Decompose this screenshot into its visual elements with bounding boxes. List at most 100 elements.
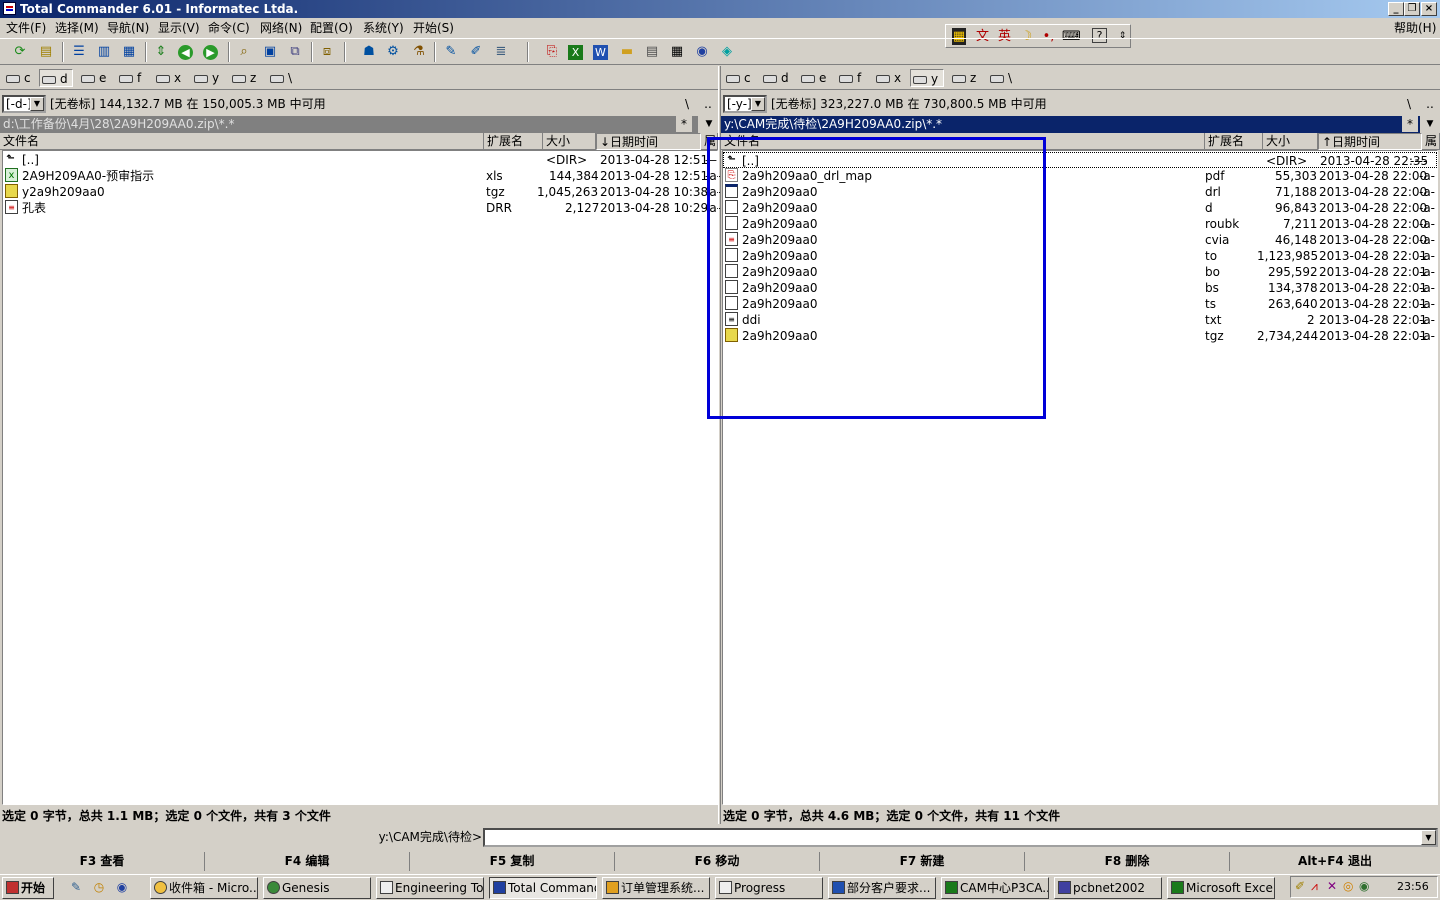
right-header-size[interactable]: 大小 — [1263, 133, 1318, 150]
tray-tool-icon[interactable]: ⩘ — [1311, 879, 1318, 894]
left-drive-f[interactable]: f — [117, 69, 141, 87]
file-row[interactable]: ⬑ [..] <DIR> 2013-04-28 22:35 ---- — [723, 152, 1437, 168]
left-up-button[interactable]: .. — [698, 95, 718, 113]
left-history-button[interactable]: * — [676, 116, 692, 132]
menu-file[interactable]: 文件(F) — [6, 20, 46, 36]
swap-icon[interactable]: ⇕ — [152, 43, 170, 61]
menu-start[interactable]: 开始(S) — [413, 20, 454, 36]
task-total-commander[interactable]: Total Command... — [489, 877, 597, 899]
compare-icon[interactable]: ⧉ — [286, 43, 304, 61]
minimize-button[interactable]: _ — [1388, 2, 1404, 16]
file-row[interactable]: 2a9h209aa0 roubk 7,211 2013-04-28 22:00 … — [723, 216, 1437, 232]
file-row[interactable]: ⬑ [..] <DIR> 2013-04-28 12:51 — — [3, 152, 717, 168]
paint-icon[interactable]: ◈ — [718, 43, 736, 61]
right-drive-d[interactable]: d — [761, 69, 789, 87]
right-header-ext[interactable]: 扩展名 — [1205, 133, 1263, 150]
left-drive-combo[interactable]: [-d-] ▼ — [2, 95, 46, 113]
quicklaunch-clock-icon[interactable]: ◷ — [91, 880, 107, 896]
left-hotlist-icon[interactable]: ▼ — [700, 116, 718, 133]
quicklaunch-desktop-icon[interactable]: ✎ — [68, 880, 84, 896]
back-icon[interactable]: ◀ — [178, 45, 193, 60]
menu-select[interactable]: 选择(M) — [55, 20, 99, 36]
tray-network-icon[interactable]: ◎ — [1343, 879, 1353, 893]
find-icon[interactable]: ⌕ — [235, 43, 253, 61]
f3-view-button[interactable]: F3 查看 — [0, 852, 205, 871]
task-cam-center[interactable]: CAM中心P3CA... — [941, 877, 1049, 899]
right-file-list[interactable]: ⬑ [..] <DIR> 2013-04-28 22:35 ---- ⎘ 2a9… — [722, 150, 1438, 805]
right-path-bar[interactable]: y:\CAM完成\待检\2A9H209AA0.zip\*.* * — [721, 116, 1420, 133]
right-hotlist-icon[interactable]: ▼ — [1421, 116, 1439, 133]
right-drive-network[interactable]: \ — [988, 69, 1012, 87]
left-drive-z[interactable]: z — [230, 69, 256, 87]
left-drive-y[interactable]: y — [192, 69, 219, 87]
left-drive-x[interactable]: x — [154, 69, 181, 87]
tree-view-icon[interactable]: ▦ — [120, 43, 138, 61]
menu-config[interactable]: 配置(O) — [310, 20, 353, 36]
task-pcbnet[interactable]: pcbnet2002 — [1054, 877, 1162, 899]
task-engineering[interactable]: Engineering To... — [376, 877, 484, 899]
left-header-size[interactable]: 大小 — [543, 133, 596, 150]
file-row[interactable]: 2a9h209aa0 to 1,123,985 2013-04-28 22:01… — [723, 248, 1437, 264]
task-genesis[interactable]: Genesis — [263, 877, 371, 899]
archive-icon[interactable]: ▤ — [643, 43, 661, 61]
menu-view[interactable]: 显示(V) — [158, 20, 200, 36]
file-row[interactable]: ⎘ 2a9h209aa0_drl_map pdf 55,303 2013-04-… — [723, 168, 1437, 184]
right-drive-z[interactable]: z — [950, 69, 976, 87]
left-header-attr[interactable]: 属 — [701, 133, 718, 150]
left-drive-c[interactable]: c — [4, 69, 31, 87]
right-drive-f[interactable]: f — [837, 69, 861, 87]
file-row[interactable]: ≡ 2a9h209aa0 cvia 46,148 2013-04-28 22:0… — [723, 232, 1437, 248]
left-drive-network[interactable]: \ — [268, 69, 292, 87]
left-header-date[interactable]: ↓日期时间 — [596, 133, 701, 150]
file-row[interactable]: 2a9h209aa0 d 96,843 2013-04-28 22:00 -a- — [723, 200, 1437, 216]
full-view-icon[interactable]: ▥ — [95, 43, 113, 61]
alt-f4-exit-button[interactable]: Alt+F4 退出 — [1230, 852, 1440, 871]
left-header-ext[interactable]: 扩展名 — [484, 133, 543, 150]
app-icon[interactable] — [3, 2, 16, 15]
right-drive-combo[interactable]: [-y-] ▼ — [723, 95, 767, 113]
right-up-button[interactable]: .. — [1420, 95, 1440, 113]
right-drive-e[interactable]: e — [799, 69, 826, 87]
f7-mkdir-button[interactable]: F7 新建 — [820, 852, 1025, 871]
menu-system[interactable]: 系统(Y) — [363, 20, 404, 36]
left-header-name[interactable]: 文件名 — [0, 133, 484, 150]
file-row[interactable]: ≡ 孔表 DRR 2,127 2013-04-28 10:29 -a- — [3, 200, 721, 216]
tray-antivirus-icon[interactable]: ◉ — [1359, 879, 1369, 893]
plugin-icon[interactable]: ⚗ — [410, 43, 428, 61]
left-drive-d[interactable]: d — [39, 69, 73, 87]
pack-icon[interactable]: ▤ — [37, 43, 55, 61]
task-excel[interactable]: Microsoft Excel... — [1167, 877, 1275, 899]
menu-network[interactable]: 网络(N) — [260, 20, 302, 36]
word-icon[interactable]: W — [593, 45, 608, 60]
file-row[interactable]: 2a9h209aa0 tgz 2,734,244 2013-04-28 22:0… — [723, 328, 1437, 344]
restore-button[interactable]: ❐ — [1404, 2, 1420, 16]
forward-icon[interactable]: ▶ — [203, 45, 218, 60]
cmdline-input[interactable]: ▼ — [483, 828, 1438, 847]
menu-commands[interactable]: 命令(C) — [208, 20, 250, 36]
left-path-bar[interactable]: d:\工作备份\4月\28\2A9H209AA0.zip\*.* * — [0, 116, 698, 133]
file-row[interactable]: 2a9h209aa0 bs 134,378 2013-04-28 22:01 -… — [723, 280, 1437, 296]
edit-icon[interactable]: ✐ — [467, 43, 485, 61]
task-order-system[interactable]: 订单管理系统... — [602, 877, 710, 899]
file-row[interactable]: 2a9h209aa0 ts 263,640 2013-04-28 22:01 -… — [723, 296, 1437, 312]
menu-help[interactable]: 帮助(H) — [1394, 20, 1436, 36]
file-row[interactable]: x 2A9H209AA0-预审指示 xls 144,384 2013-04-28… — [3, 168, 721, 184]
chevron-down-icon[interactable]: ▼ — [751, 97, 765, 111]
chevron-down-icon[interactable]: ▼ — [1421, 830, 1436, 845]
f5-copy-button[interactable]: F5 复制 — [410, 852, 615, 871]
brief-view-icon[interactable]: ☰ — [70, 43, 88, 61]
right-drive-y[interactable]: y — [910, 69, 944, 87]
chevron-down-icon[interactable]: ▼ — [30, 97, 44, 111]
left-file-list[interactable]: ⬑ [..] <DIR> 2013-04-28 12:51 — x 2A9H20… — [2, 150, 721, 805]
right-drive-x[interactable]: x — [874, 69, 901, 87]
pdf-icon[interactable]: ⎘ — [543, 43, 561, 61]
quicklaunch-browser-icon[interactable]: ◉ — [114, 880, 130, 896]
panel-splitter[interactable] — [718, 66, 721, 824]
f6-move-button[interactable]: F6 移动 — [615, 852, 820, 871]
f8-delete-button[interactable]: F8 删除 — [1025, 852, 1230, 871]
right-drive-c[interactable]: c — [724, 69, 751, 87]
start-button[interactable]: 开始 — [2, 877, 54, 899]
multirename-icon[interactable]: ≣ — [492, 43, 510, 61]
file-row[interactable]: y2a9h209aa0 tgz 1,045,263 2013-04-28 10:… — [3, 184, 721, 200]
excel-icon[interactable]: X — [568, 45, 583, 60]
